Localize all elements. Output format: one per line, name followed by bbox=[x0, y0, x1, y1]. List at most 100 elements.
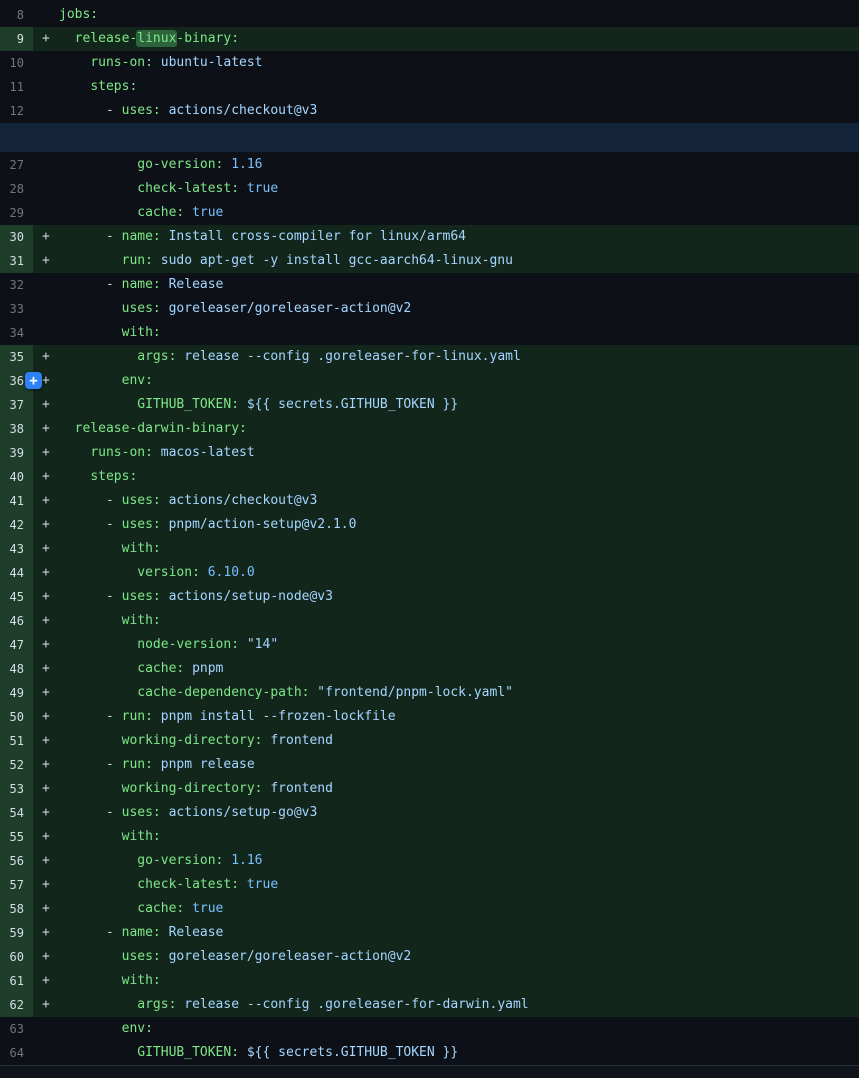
code-line-content: working-directory: frontend bbox=[59, 729, 333, 753]
code-line-content: go-version: 1.16 bbox=[59, 849, 263, 873]
line-number[interactable]: 62 bbox=[0, 993, 33, 1017]
code-line-content: version: 6.10.0 bbox=[59, 561, 255, 585]
add-line-comment-button[interactable]: + bbox=[25, 372, 42, 389]
line-number[interactable]: 45 bbox=[0, 585, 33, 609]
line-number[interactable]: 30 bbox=[0, 225, 33, 249]
code-line-content: steps: bbox=[59, 75, 137, 99]
line-number[interactable]: 28 bbox=[0, 177, 33, 201]
code-line-content: with: bbox=[59, 321, 161, 345]
diff-rows: 8jobs:9+ release-linux-binary:10 runs-on… bbox=[0, 3, 859, 1065]
diff-added-marker bbox=[33, 153, 59, 177]
diff-row-added: 30+ - name: Install cross-compiler for l… bbox=[0, 225, 859, 249]
diff-added-marker: + bbox=[33, 969, 59, 993]
line-number[interactable]: 60 bbox=[0, 945, 33, 969]
diff-row-added: 53+ working-directory: frontend bbox=[0, 777, 859, 801]
diff-row-context: 63 env: bbox=[0, 1017, 859, 1041]
line-number[interactable]: 51 bbox=[0, 729, 33, 753]
word-diff-highlight: linux bbox=[137, 31, 176, 46]
code-line-content: node-version: "14" bbox=[59, 633, 278, 657]
line-number[interactable]: 63 bbox=[0, 1017, 33, 1041]
diff-row-added: 52+ - run: pnpm release bbox=[0, 753, 859, 777]
diff-added-marker: + bbox=[33, 993, 59, 1017]
diff-added-marker: + bbox=[33, 729, 59, 753]
diff-row-added: 59+ - name: Release bbox=[0, 921, 859, 945]
diff-added-marker: + bbox=[33, 633, 59, 657]
line-number[interactable]: 54 bbox=[0, 801, 33, 825]
code-line-content: - run: pnpm install --frozen-lockfile bbox=[59, 705, 396, 729]
line-number[interactable]: 41 bbox=[0, 489, 33, 513]
line-number[interactable]: 10 bbox=[0, 51, 33, 75]
code-line-content: uses: goreleaser/goreleaser-action@v2 bbox=[59, 945, 411, 969]
diff-added-marker bbox=[33, 297, 59, 321]
code-line-content: cache: true bbox=[59, 897, 223, 921]
line-number[interactable]: 50 bbox=[0, 705, 33, 729]
line-number[interactable]: 40 bbox=[0, 465, 33, 489]
line-number[interactable]: 11 bbox=[0, 75, 33, 99]
line-number[interactable]: 53 bbox=[0, 777, 33, 801]
diff-row-context: 11 steps: bbox=[0, 75, 859, 99]
diff-row-context: 10 runs-on: ubuntu-latest bbox=[0, 51, 859, 75]
code-line-content: - name: Release bbox=[59, 273, 223, 297]
code-line-content: args: release --config .goreleaser-for-d… bbox=[59, 993, 529, 1017]
diff-row-added: 60+ uses: goreleaser/goreleaser-action@v… bbox=[0, 945, 859, 969]
line-number[interactable]: 27 bbox=[0, 153, 33, 177]
line-number[interactable]: 39 bbox=[0, 441, 33, 465]
line-number[interactable]: 59 bbox=[0, 921, 33, 945]
expand-hunk-row[interactable] bbox=[0, 123, 859, 153]
diff-added-marker bbox=[33, 177, 59, 201]
line-number[interactable]: 55 bbox=[0, 825, 33, 849]
diff-row-added: 31+ run: sudo apt-get -y install gcc-aar… bbox=[0, 249, 859, 273]
line-number[interactable]: 52 bbox=[0, 753, 33, 777]
diff-added-marker: + bbox=[33, 873, 59, 897]
line-number[interactable]: 49 bbox=[0, 681, 33, 705]
code-line-content: - uses: actions/setup-node@v3 bbox=[59, 585, 333, 609]
diff-row-context: 29 cache: true bbox=[0, 201, 859, 225]
code-line-content: go-version: 1.16 bbox=[59, 153, 263, 177]
line-number[interactable]: 12 bbox=[0, 99, 33, 123]
diff-added-marker: + bbox=[33, 345, 59, 369]
line-number[interactable]: 56 bbox=[0, 849, 33, 873]
diff-row-context: 34 with: bbox=[0, 321, 859, 345]
diff-added-marker bbox=[33, 51, 59, 75]
code-line-content: jobs: bbox=[59, 3, 98, 27]
line-number[interactable]: 58 bbox=[0, 897, 33, 921]
diff-added-marker: + bbox=[33, 561, 59, 585]
line-number[interactable]: 57 bbox=[0, 873, 33, 897]
diff-added-marker bbox=[33, 3, 59, 27]
diff-added-marker: + bbox=[33, 585, 59, 609]
diff-row-added: 45+ - uses: actions/setup-node@v3 bbox=[0, 585, 859, 609]
line-number[interactable]: 48 bbox=[0, 657, 33, 681]
line-number[interactable]: 38 bbox=[0, 417, 33, 441]
line-number[interactable]: 37 bbox=[0, 393, 33, 417]
diff-added-marker: + bbox=[33, 681, 59, 705]
line-number[interactable]: 43 bbox=[0, 537, 33, 561]
line-number[interactable]: 46 bbox=[0, 609, 33, 633]
code-line-content: runs-on: macos-latest bbox=[59, 441, 255, 465]
line-number[interactable]: 42 bbox=[0, 513, 33, 537]
code-line-content: steps: bbox=[59, 465, 137, 489]
line-number[interactable]: 35 bbox=[0, 345, 33, 369]
line-number[interactable]: 9 bbox=[0, 27, 33, 51]
line-number[interactable]: 47 bbox=[0, 633, 33, 657]
line-number[interactable]: 32 bbox=[0, 273, 33, 297]
diff-row-added: 35+ args: release --config .goreleaser-f… bbox=[0, 345, 859, 369]
code-line-content: cache: pnpm bbox=[59, 657, 223, 681]
diff-row-context: 28 check-latest: true bbox=[0, 177, 859, 201]
diff-row-added: 47+ node-version: "14" bbox=[0, 633, 859, 657]
diff-row-context: 33 uses: goreleaser/goreleaser-action@v2 bbox=[0, 297, 859, 321]
line-number[interactable]: 33 bbox=[0, 297, 33, 321]
diff-added-marker: + bbox=[33, 417, 59, 441]
diff-added-marker bbox=[33, 75, 59, 99]
line-number[interactable]: 31 bbox=[0, 249, 33, 273]
code-line-content: with: bbox=[59, 609, 161, 633]
line-number[interactable]: 8 bbox=[0, 3, 33, 27]
diff-added-marker: + bbox=[33, 393, 59, 417]
diff-added-marker bbox=[33, 321, 59, 345]
diff-added-marker: + bbox=[33, 777, 59, 801]
line-number[interactable]: 29 bbox=[0, 201, 33, 225]
line-number[interactable]: 44 bbox=[0, 561, 33, 585]
line-number[interactable]: 64 bbox=[0, 1041, 33, 1065]
line-number[interactable]: 61 bbox=[0, 969, 33, 993]
diff-row-added: 50+ - run: pnpm install --frozen-lockfil… bbox=[0, 705, 859, 729]
line-number[interactable]: 34 bbox=[0, 321, 33, 345]
